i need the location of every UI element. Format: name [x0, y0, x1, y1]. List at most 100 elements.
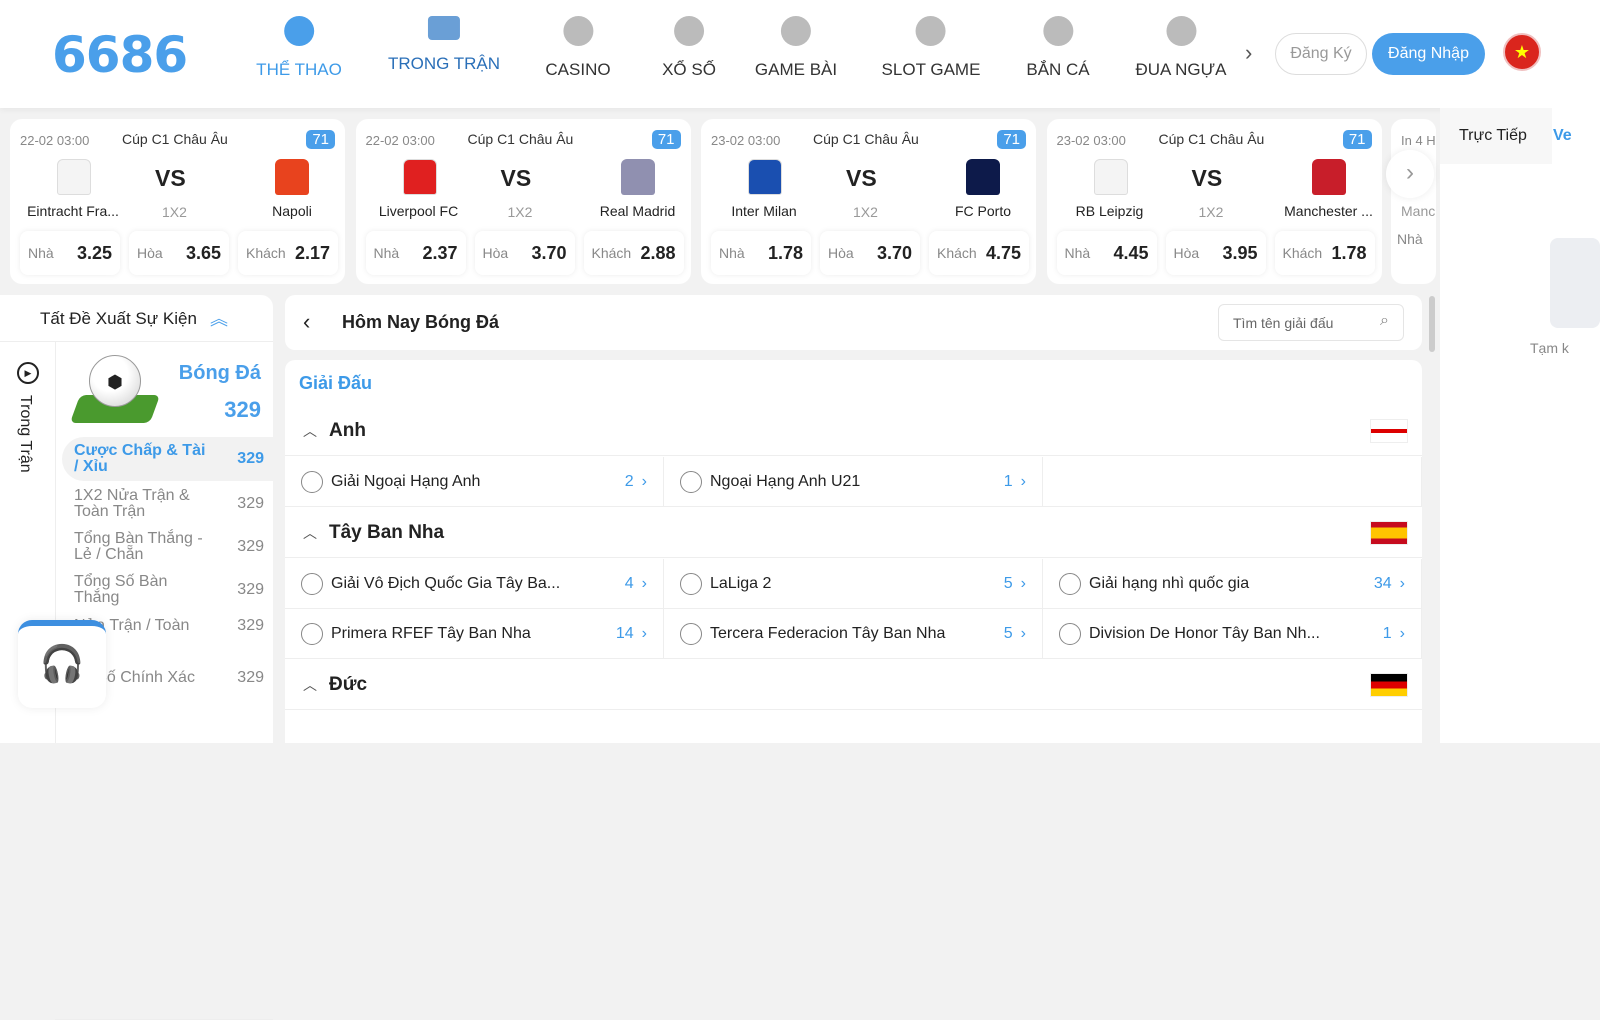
market-item[interactable]: 1X2 Nửa Trận & Toàn Trận 329 [74, 488, 264, 520]
odds-button[interactable]: Khách 2.88 [583, 231, 684, 275]
league-item[interactable]: Division De Honor Tây Ban Nh... 1 › [1043, 609, 1422, 659]
away-team: Real Madrid [599, 203, 676, 219]
radio-button[interactable] [680, 470, 702, 493]
league-list: Giải Đấu ︿ Anh Giải Ngoại Hạng Anh 2 › Ngoại … [285, 360, 1422, 743]
odds-button[interactable]: Hòa 3.70 [474, 231, 575, 275]
match-card[interactable]: 22-02 03:00 Cúp C1 Châu Âu 71 Eintracht Fra… [10, 119, 345, 284]
match-card[interactable]: 23-02 03:00 Cúp C1 Châu Âu 71 Inter Milan FC… [701, 119, 1036, 284]
country-header[interactable]: ︿ Anh [285, 406, 1422, 456]
odds-button[interactable]: Khách 1.78 [1274, 231, 1375, 275]
support-headset-button[interactable]: 🎧 [18, 620, 106, 708]
home-team: Liverpool FC [378, 203, 459, 219]
market-item[interactable]: Cược Chấp & Tài / Xỉu 329 [74, 443, 264, 475]
section-title: Giải Đấu [299, 373, 373, 393]
match-card[interactable]: 23-02 03:00 Cúp C1 Châu Âu 71 RB Leipzig Man… [1046, 119, 1382, 284]
country-header[interactable]: ︿ Đức [285, 660, 1422, 710]
vs-label: VS [500, 165, 532, 191]
radio-button[interactable] [1059, 622, 1081, 645]
radio-button[interactable] [1059, 572, 1081, 595]
nav-item[interactable]: THỂ THAO [256, 16, 342, 80]
home-shirt-icon [57, 159, 91, 195]
radio-button[interactable] [301, 470, 323, 493]
country-flag-icon [1370, 418, 1408, 443]
slot-machine-icon [915, 16, 946, 46]
back-button[interactable]: ‹ [303, 309, 310, 335]
league-item[interactable]: Ngoại Hạng Anh U21 1 › [664, 457, 1043, 507]
match-card[interactable]: 22-02 03:00 Cúp C1 Châu Âu 71 Liverpool FC R… [355, 119, 691, 284]
markets-count-badge[interactable]: 71 [997, 130, 1026, 149]
league-item[interactable]: Giải hạng nhì quốc gia 34 › [1043, 559, 1422, 609]
league-search-input[interactable]: Tìm tên giải đấu ⌕ [1218, 304, 1404, 341]
markets-count-badge[interactable]: 71 [651, 130, 681, 149]
horse-icon [1165, 16, 1196, 46]
tab-live[interactable]: Trực Tiếp [1459, 127, 1527, 145]
odds-button[interactable]: Nhà 3.25 [20, 231, 120, 275]
odds-button[interactable]: Nhà 1.78 [711, 231, 811, 275]
play-icon[interactable]: ▶ [17, 362, 39, 384]
markets-count-badge[interactable]: 71 [306, 130, 335, 149]
odds-button[interactable]: Nhà 4.45 [1056, 231, 1157, 275]
register-button[interactable]: Đăng Ký [1275, 33, 1367, 75]
nav-item[interactable]: CASINO [545, 16, 611, 80]
right-panel: Trực Tiếp Ve Tạm k [1440, 108, 1600, 743]
nav-item[interactable]: BẮN CÁ [1026, 16, 1090, 80]
nav-item[interactable]: SLOT GAME [882, 16, 980, 80]
odds-button[interactable]: Hòa 3.95 [1165, 231, 1266, 275]
radio-button[interactable] [680, 572, 702, 595]
odds-button[interactable]: Khách 4.75 [929, 231, 1029, 275]
league-name: Cúp C1 Châu Âu [467, 131, 574, 147]
collapse-chevron-icon[interactable]: ︽ [210, 305, 228, 331]
collapse-chevron-icon[interactable]: ︿ [303, 421, 317, 441]
country-flag-icon [1370, 520, 1408, 545]
match-date: 22-02 03:00 [365, 133, 435, 148]
chevron-right-icon: › [1399, 574, 1405, 592]
nav-item[interactable]: ĐUA NGỰA [1135, 16, 1227, 80]
country-flag-icon [1370, 672, 1408, 697]
collapse-chevron-icon[interactable]: ︿ [303, 675, 317, 695]
vietnam-flag-language-icon[interactable]: ★ [1503, 33, 1541, 71]
nav-item[interactable]: TRONG TRẬN [388, 16, 500, 74]
tab-second[interactable]: Ve [1553, 127, 1572, 145]
login-button[interactable]: Đăng Nhập [1372, 33, 1485, 75]
radio-button[interactable] [301, 622, 323, 645]
home-team: Eintracht Fra... [27, 203, 119, 219]
odds-button[interactable]: Khách 2.17 [238, 231, 338, 275]
logo[interactable]: 6686 [52, 26, 188, 84]
sport-count: 329 [224, 397, 261, 422]
scrollbar[interactable] [1429, 296, 1435, 352]
league-item[interactable]: Giải Vô Địch Quốc Gia Tây Ba... 4 › [285, 559, 664, 609]
league-item[interactable]: Tercera Federacion Tây Ban Nha 5 › [664, 609, 1043, 659]
away-team: Manchester ... [1284, 203, 1373, 219]
sport-name[interactable]: Bóng Đá [179, 362, 261, 385]
page-title: Hôm Nay Bóng Đá [342, 312, 500, 332]
collapse-chevron-icon[interactable]: ︿ [303, 523, 317, 543]
home-shirt-icon [748, 159, 782, 195]
odds-button[interactable]: Hòa 3.65 [129, 231, 229, 275]
market-item[interactable]: Tổng Bàn Thắng - Lẻ / Chẵn 329 [74, 531, 264, 563]
league-item[interactable]: LaLiga 2 5 › [664, 559, 1043, 609]
market-item[interactable]: Tổng Số Bàn Thắng 329 [74, 574, 264, 606]
league-item[interactable]: Giải Ngoại Hạng Anh 2 › [285, 457, 664, 507]
away-team: Napoli [272, 203, 312, 219]
nav-next-chevron-icon[interactable]: › [1245, 40, 1252, 66]
match-date: 23-02 03:00 [711, 133, 781, 148]
league-name: Cúp C1 Châu Âu [813, 131, 919, 147]
match-card-partial[interactable]: In 4 H Manc Nhà [1391, 119, 1436, 284]
radio-button[interactable] [680, 622, 702, 645]
markets-count-badge[interactable]: 71 [1342, 130, 1372, 149]
nav-item[interactable]: XỔ SỐ [662, 16, 716, 80]
league-name: Cúp C1 Châu Âu [122, 131, 228, 147]
odds-button[interactable]: Hòa 3.70 [820, 231, 920, 275]
odds-button[interactable]: Nhà 2.37 [365, 231, 466, 275]
market-label: 1X2 [162, 204, 187, 220]
vs-label: VS [846, 165, 877, 191]
radio-button[interactable] [301, 572, 323, 595]
carousel-next-button[interactable]: › [1386, 150, 1434, 198]
country-header[interactable]: ︿ Tây Ban Nha [285, 508, 1422, 558]
tab-in-play[interactable]: Trong Trận [16, 395, 34, 495]
cards-icon [563, 16, 593, 46]
home-team: RB Leipzig [1075, 203, 1144, 219]
chevron-right-icon: › [641, 574, 647, 592]
nav-item[interactable]: GAME BÀI [755, 16, 837, 80]
league-item[interactable]: Primera RFEF Tây Ban Nha 14 › [285, 609, 664, 659]
